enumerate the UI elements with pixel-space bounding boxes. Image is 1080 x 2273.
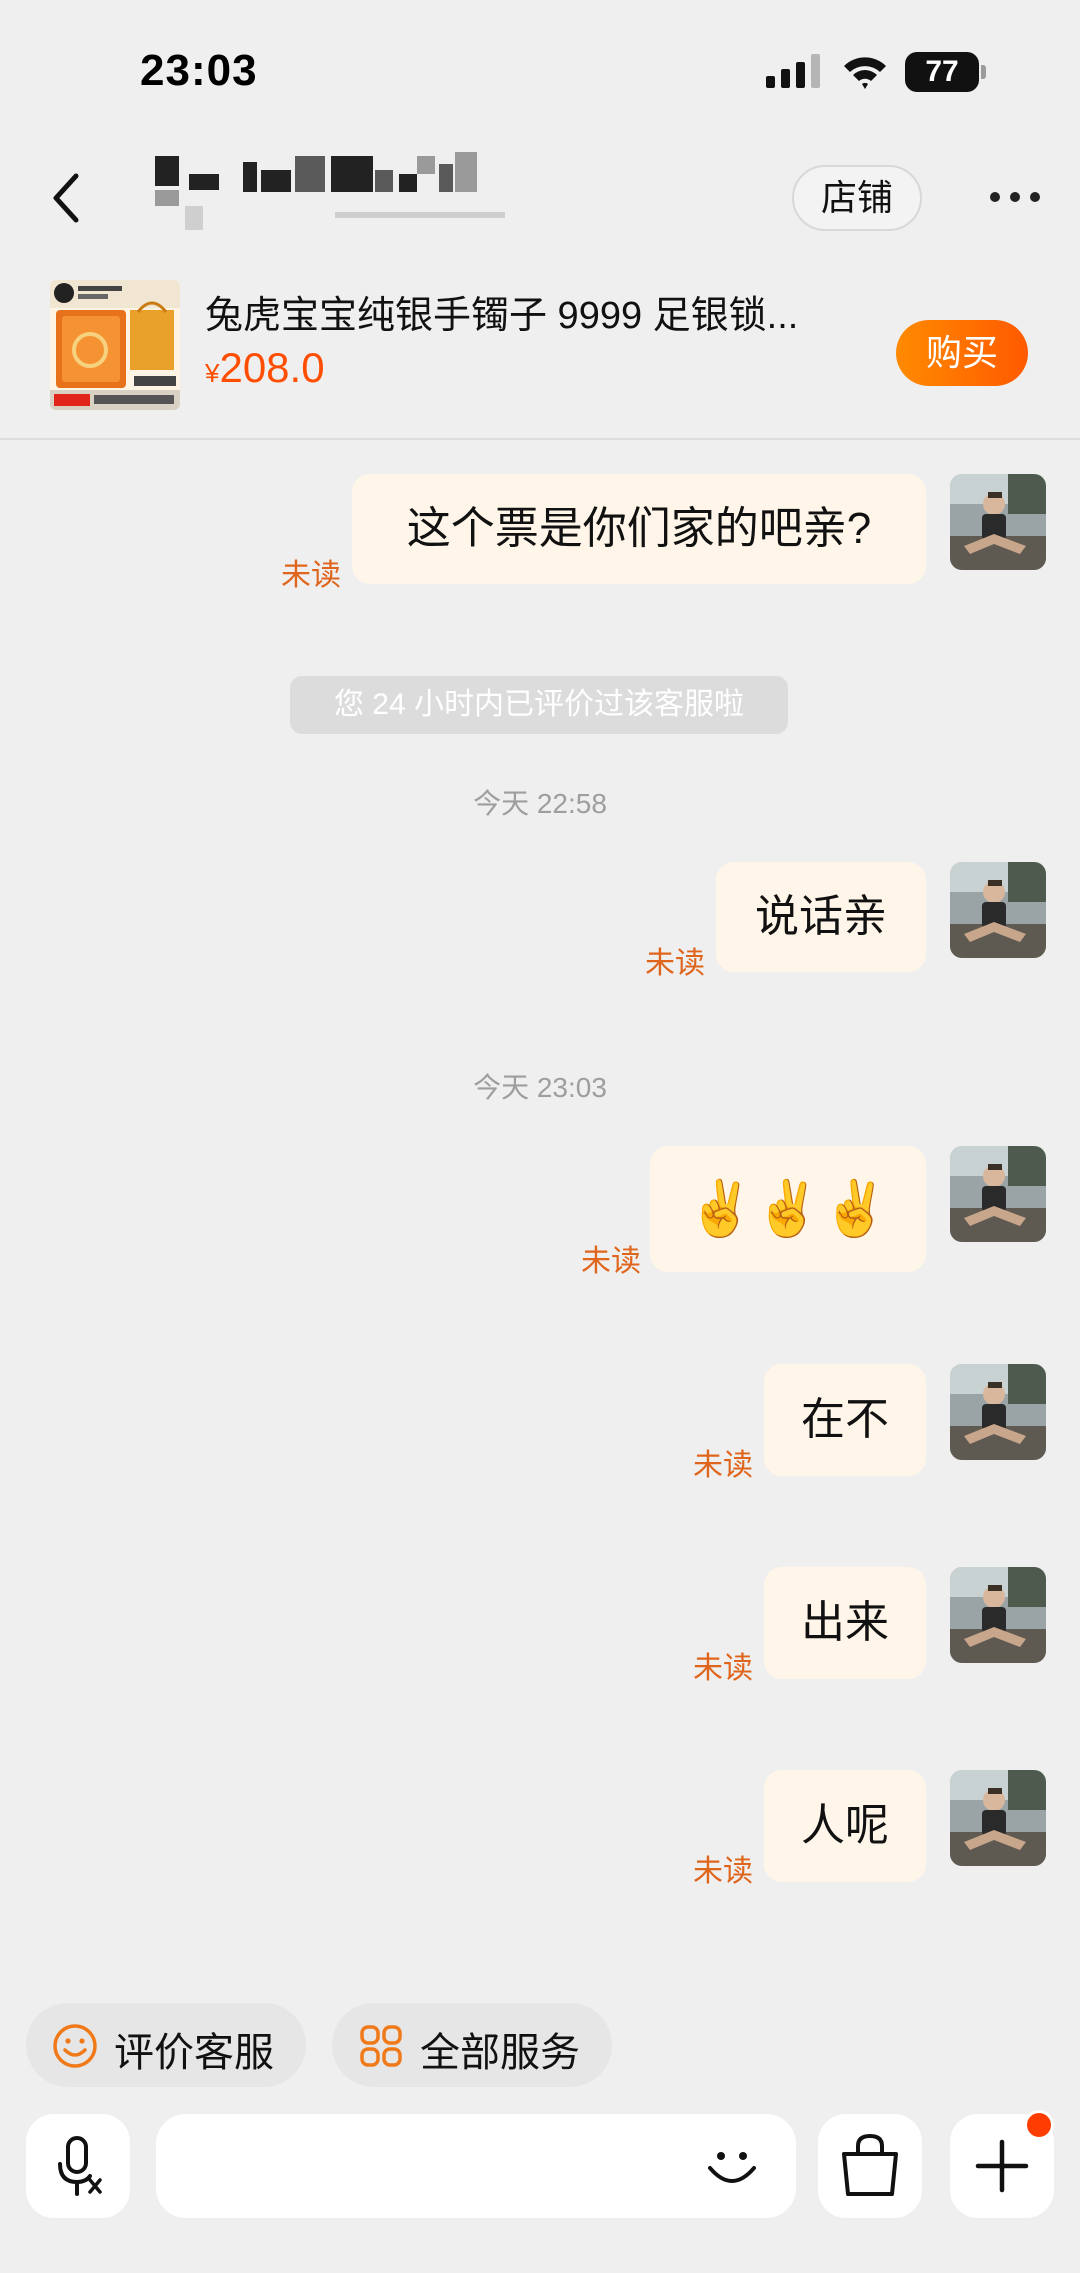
user-avatar[interactable] [950,1146,1046,1242]
emoji-icon[interactable] [702,2136,762,2196]
product-card[interactable]: 兔虎宝宝纯银手镯子 9999 足银锁... ¥208.0 购买 [0,260,1080,440]
timestamp: 今天 23:03 [473,1072,607,1103]
rate-service-chip[interactable]: 评价客服 [26,2003,306,2087]
user-avatar[interactable] [950,862,1046,958]
timestamp: 今天 22:58 [473,788,607,819]
unread-label: 未读 [281,559,341,592]
user-avatar[interactable] [950,1770,1046,1866]
victory-hand-emoji: ✌️✌️✌️ [687,1179,889,1239]
voice-input-icon [58,2136,102,2196]
user-avatar[interactable] [950,1364,1046,1460]
back-icon[interactable] [46,170,86,226]
shop-name-redacted [155,150,515,240]
buy-button[interactable]: 购买 [896,320,1028,386]
message-bubble[interactable]: 出来 [764,1567,926,1679]
message-bubble[interactable]: 这个票是你们家的吧亲? [352,474,926,584]
price-currency: ¥ [205,358,220,388]
shopping-bag-icon [842,2133,898,2196]
notification-dot [1024,2110,1054,2140]
wifi-icon [844,57,886,89]
message-bubble-emoji[interactable]: ✌️✌️✌️ [650,1146,926,1272]
status-bar: 23:03 77 [0,0,1080,140]
message-text: 这个票是你们家的吧亲? [406,504,872,553]
unread-label: 未读 [693,1449,753,1482]
message-bubble[interactable]: 说话亲 [716,862,926,972]
grid-icon [360,2025,402,2067]
product-price: ¥208.0 [205,344,325,392]
message-text: 人呢 [801,1801,889,1850]
more-options-icon[interactable] [990,190,1040,204]
message-text: 出来 [801,1598,889,1647]
price-value: 208.0 [219,344,325,391]
unread-label: 未读 [693,1652,753,1685]
message-input[interactable] [156,2114,796,2218]
status-time: 23:03 [140,46,258,95]
cellular-signal-icon [766,54,820,88]
store-button[interactable]: 店铺 [792,165,922,231]
all-services-chip[interactable]: 全部服务 [332,2003,612,2087]
chip-label: 评价客服 [114,2031,274,2075]
user-avatar[interactable] [950,1567,1046,1663]
voice-input-button[interactable] [26,2114,130,2218]
smile-icon [53,2024,97,2068]
chip-label: 全部服务 [420,2031,580,2075]
product-title[interactable]: 兔虎宝宝纯银手镯子 9999 足银锁... [205,284,845,339]
user-avatar[interactable] [950,474,1046,570]
unread-label: 未读 [693,1855,753,1888]
system-notice: 您 24 小时内已评价过该客服啦 [290,676,788,734]
message-text: 在不 [801,1395,889,1444]
message-bubble[interactable]: 在不 [764,1364,926,1476]
unread-label: 未读 [645,947,705,980]
message-text: 说话亲 [755,892,887,941]
battery-level: 77 [925,55,959,88]
battery-icon: 77 [905,52,986,92]
unread-label: 未读 [581,1245,641,1278]
shopping-bag-button[interactable] [818,2114,922,2218]
product-thumbnail[interactable] [50,280,180,410]
message-bubble[interactable]: 人呢 [764,1770,926,1882]
